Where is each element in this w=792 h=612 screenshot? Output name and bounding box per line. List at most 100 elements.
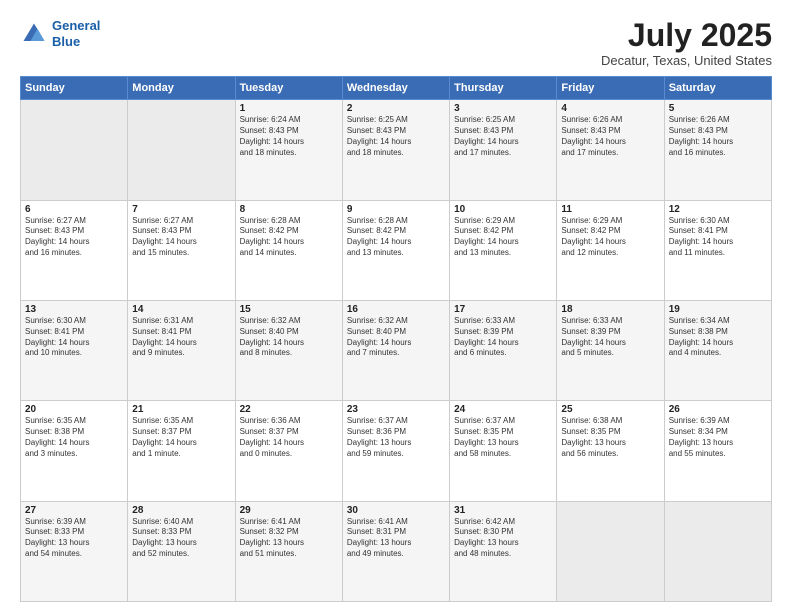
day-number: 1 [240,103,338,114]
day-number: 10 [454,204,552,215]
day-cell: 17Sunrise: 6:33 AM Sunset: 8:39 PM Dayli… [450,300,557,400]
day-cell: 25Sunrise: 6:38 AM Sunset: 8:35 PM Dayli… [557,401,664,501]
day-detail: Sunrise: 6:25 AM Sunset: 8:43 PM Dayligh… [454,115,552,158]
day-detail: Sunrise: 6:27 AM Sunset: 8:43 PM Dayligh… [25,216,123,259]
day-detail: Sunrise: 6:33 AM Sunset: 8:39 PM Dayligh… [454,316,552,359]
calendar-body: 1Sunrise: 6:24 AM Sunset: 8:43 PM Daylig… [21,100,772,602]
day-detail: Sunrise: 6:34 AM Sunset: 8:38 PM Dayligh… [669,316,767,359]
day-number: 19 [669,304,767,315]
weekday-thursday: Thursday [450,77,557,100]
day-cell: 11Sunrise: 6:29 AM Sunset: 8:42 PM Dayli… [557,200,664,300]
day-detail: Sunrise: 6:28 AM Sunset: 8:42 PM Dayligh… [347,216,445,259]
day-detail: Sunrise: 6:36 AM Sunset: 8:37 PM Dayligh… [240,416,338,459]
week-row-3: 20Sunrise: 6:35 AM Sunset: 8:38 PM Dayli… [21,401,772,501]
day-cell: 26Sunrise: 6:39 AM Sunset: 8:34 PM Dayli… [664,401,771,501]
day-cell: 10Sunrise: 6:29 AM Sunset: 8:42 PM Dayli… [450,200,557,300]
day-number: 16 [347,304,445,315]
day-number: 22 [240,404,338,415]
day-number: 13 [25,304,123,315]
day-detail: Sunrise: 6:27 AM Sunset: 8:43 PM Dayligh… [132,216,230,259]
day-detail: Sunrise: 6:26 AM Sunset: 8:43 PM Dayligh… [669,115,767,158]
day-number: 27 [25,505,123,516]
day-cell: 8Sunrise: 6:28 AM Sunset: 8:42 PM Daylig… [235,200,342,300]
calendar-table: SundayMondayTuesdayWednesdayThursdayFrid… [20,76,772,602]
day-number: 12 [669,204,767,215]
day-detail: Sunrise: 6:30 AM Sunset: 8:41 PM Dayligh… [669,216,767,259]
weekday-tuesday: Tuesday [235,77,342,100]
weekday-wednesday: Wednesday [342,77,449,100]
day-cell: 21Sunrise: 6:35 AM Sunset: 8:37 PM Dayli… [128,401,235,501]
day-detail: Sunrise: 6:29 AM Sunset: 8:42 PM Dayligh… [561,216,659,259]
day-number: 6 [25,204,123,215]
day-cell: 7Sunrise: 6:27 AM Sunset: 8:43 PM Daylig… [128,200,235,300]
day-cell: 24Sunrise: 6:37 AM Sunset: 8:35 PM Dayli… [450,401,557,501]
week-row-4: 27Sunrise: 6:39 AM Sunset: 8:33 PM Dayli… [21,501,772,601]
day-number: 15 [240,304,338,315]
day-detail: Sunrise: 6:38 AM Sunset: 8:35 PM Dayligh… [561,416,659,459]
day-number: 25 [561,404,659,415]
day-number: 14 [132,304,230,315]
header: General Blue July 2025 Decatur, Texas, U… [20,18,772,68]
day-detail: Sunrise: 6:30 AM Sunset: 8:41 PM Dayligh… [25,316,123,359]
day-cell: 13Sunrise: 6:30 AM Sunset: 8:41 PM Dayli… [21,300,128,400]
day-number: 5 [669,103,767,114]
week-row-0: 1Sunrise: 6:24 AM Sunset: 8:43 PM Daylig… [21,100,772,200]
day-cell [128,100,235,200]
day-detail: Sunrise: 6:24 AM Sunset: 8:43 PM Dayligh… [240,115,338,158]
subtitle: Decatur, Texas, United States [601,53,772,68]
week-row-1: 6Sunrise: 6:27 AM Sunset: 8:43 PM Daylig… [21,200,772,300]
day-cell: 12Sunrise: 6:30 AM Sunset: 8:41 PM Dayli… [664,200,771,300]
day-number: 21 [132,404,230,415]
day-detail: Sunrise: 6:29 AM Sunset: 8:42 PM Dayligh… [454,216,552,259]
day-detail: Sunrise: 6:40 AM Sunset: 8:33 PM Dayligh… [132,517,230,560]
day-number: 24 [454,404,552,415]
weekday-friday: Friday [557,77,664,100]
day-detail: Sunrise: 6:37 AM Sunset: 8:36 PM Dayligh… [347,416,445,459]
day-cell: 14Sunrise: 6:31 AM Sunset: 8:41 PM Dayli… [128,300,235,400]
day-detail: Sunrise: 6:28 AM Sunset: 8:42 PM Dayligh… [240,216,338,259]
day-number: 17 [454,304,552,315]
weekday-saturday: Saturday [664,77,771,100]
day-number: 29 [240,505,338,516]
day-detail: Sunrise: 6:32 AM Sunset: 8:40 PM Dayligh… [347,316,445,359]
day-cell: 18Sunrise: 6:33 AM Sunset: 8:39 PM Dayli… [557,300,664,400]
day-number: 20 [25,404,123,415]
day-detail: Sunrise: 6:41 AM Sunset: 8:32 PM Dayligh… [240,517,338,560]
day-number: 23 [347,404,445,415]
day-detail: Sunrise: 6:35 AM Sunset: 8:37 PM Dayligh… [132,416,230,459]
day-cell: 22Sunrise: 6:36 AM Sunset: 8:37 PM Dayli… [235,401,342,501]
day-cell: 15Sunrise: 6:32 AM Sunset: 8:40 PM Dayli… [235,300,342,400]
day-cell: 4Sunrise: 6:26 AM Sunset: 8:43 PM Daylig… [557,100,664,200]
logo: General Blue [20,18,100,49]
day-number: 3 [454,103,552,114]
day-cell: 16Sunrise: 6:32 AM Sunset: 8:40 PM Dayli… [342,300,449,400]
weekday-monday: Monday [128,77,235,100]
day-number: 8 [240,204,338,215]
day-cell: 5Sunrise: 6:26 AM Sunset: 8:43 PM Daylig… [664,100,771,200]
day-number: 31 [454,505,552,516]
day-detail: Sunrise: 6:41 AM Sunset: 8:31 PM Dayligh… [347,517,445,560]
day-number: 18 [561,304,659,315]
day-cell [21,100,128,200]
day-detail: Sunrise: 6:32 AM Sunset: 8:40 PM Dayligh… [240,316,338,359]
day-detail: Sunrise: 6:33 AM Sunset: 8:39 PM Dayligh… [561,316,659,359]
day-detail: Sunrise: 6:31 AM Sunset: 8:41 PM Dayligh… [132,316,230,359]
weekday-header-row: SundayMondayTuesdayWednesdayThursdayFrid… [21,77,772,100]
page: General Blue July 2025 Decatur, Texas, U… [0,0,792,612]
logo-icon [20,20,48,48]
day-detail: Sunrise: 6:25 AM Sunset: 8:43 PM Dayligh… [347,115,445,158]
day-cell: 19Sunrise: 6:34 AM Sunset: 8:38 PM Dayli… [664,300,771,400]
day-cell [557,501,664,601]
day-detail: Sunrise: 6:39 AM Sunset: 8:33 PM Dayligh… [25,517,123,560]
day-number: 30 [347,505,445,516]
day-cell: 28Sunrise: 6:40 AM Sunset: 8:33 PM Dayli… [128,501,235,601]
day-number: 7 [132,204,230,215]
day-cell: 29Sunrise: 6:41 AM Sunset: 8:32 PM Dayli… [235,501,342,601]
week-row-2: 13Sunrise: 6:30 AM Sunset: 8:41 PM Dayli… [21,300,772,400]
weekday-sunday: Sunday [21,77,128,100]
day-cell: 20Sunrise: 6:35 AM Sunset: 8:38 PM Dayli… [21,401,128,501]
day-cell: 1Sunrise: 6:24 AM Sunset: 8:43 PM Daylig… [235,100,342,200]
day-cell: 2Sunrise: 6:25 AM Sunset: 8:43 PM Daylig… [342,100,449,200]
day-cell: 23Sunrise: 6:37 AM Sunset: 8:36 PM Dayli… [342,401,449,501]
title-block: July 2025 Decatur, Texas, United States [601,18,772,68]
